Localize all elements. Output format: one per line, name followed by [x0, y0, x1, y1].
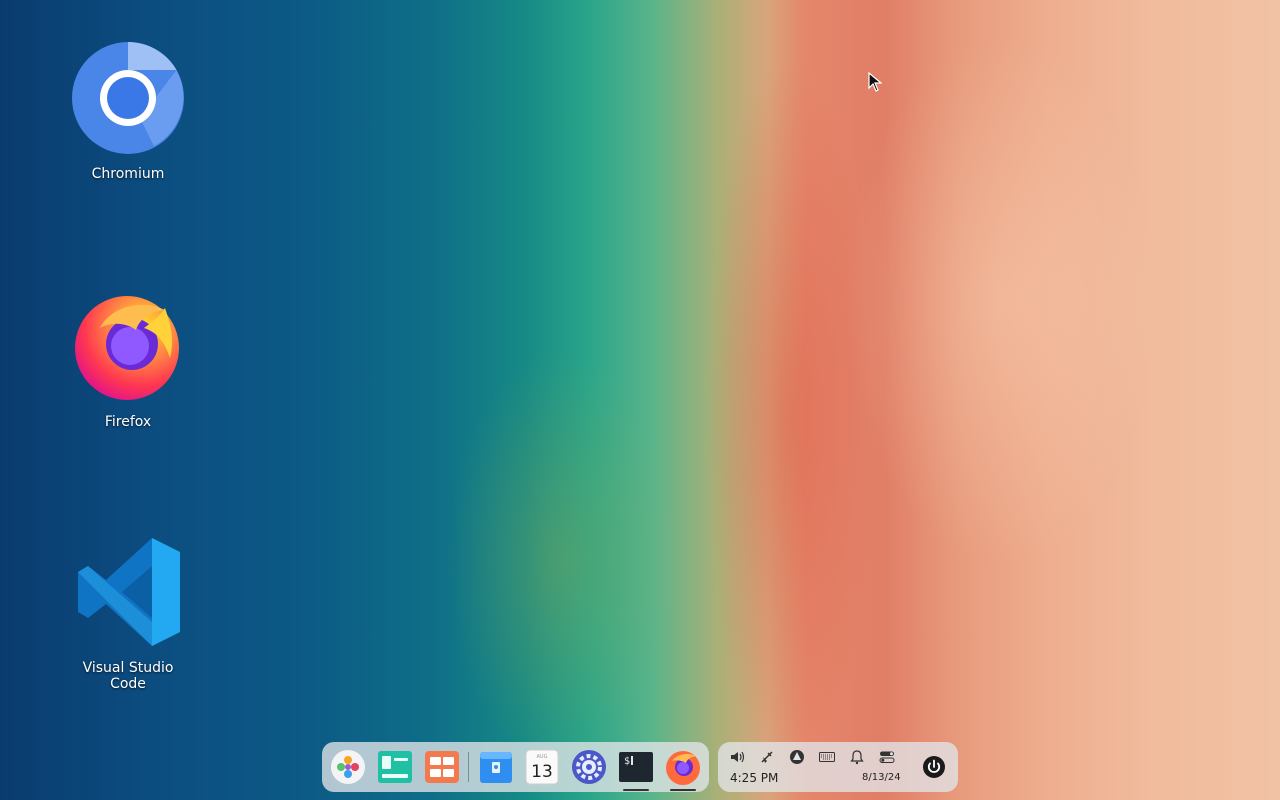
terminal-prompt: $	[624, 756, 630, 767]
toggle-icon	[879, 751, 895, 763]
settings-icon	[572, 750, 607, 784]
show-desktop-icon	[424, 751, 459, 783]
file-manager-icon	[479, 752, 512, 783]
keyboard-button[interactable]	[818, 748, 836, 766]
calendar-day: 13	[532, 762, 554, 782]
network-button[interactable]	[758, 748, 776, 766]
dock-control-center[interactable]	[569, 746, 610, 788]
system-tray: 4:25 PM 8/13/24	[718, 742, 958, 792]
desktop-icon-label: Firefox	[104, 414, 152, 430]
notification-button[interactable]	[848, 748, 866, 766]
dock-firefox[interactable]	[662, 746, 703, 791]
firefox-icon	[75, 296, 179, 400]
desktop-icon-firefox[interactable]: Firefox	[63, 288, 193, 430]
power-icon[interactable]	[922, 755, 946, 779]
desktop-icon-vscode[interactable]: Visual Studio Code	[63, 534, 193, 692]
dock-launcher[interactable]	[328, 746, 369, 788]
network-disconnected-icon	[761, 751, 773, 763]
dock-terminal[interactable]: $	[615, 746, 656, 791]
dock-calendar[interactable]: AUG 13	[522, 746, 563, 788]
firefox-icon	[665, 751, 700, 785]
desktop-icon-label: Visual Studio Code	[82, 660, 174, 692]
dock: AUG 13 $	[322, 742, 709, 792]
mouse-cursor-icon	[868, 72, 882, 92]
launcher-icon	[331, 750, 366, 784]
desktop-icon-label: Chromium	[91, 166, 165, 182]
terminal-icon: $	[618, 752, 653, 782]
dock-plugin-button[interactable]	[788, 748, 806, 766]
keyboard-icon	[819, 752, 835, 762]
dock-separator	[468, 752, 470, 782]
dock-show-desktop[interactable]	[422, 746, 463, 788]
multitasking-icon	[378, 751, 413, 783]
dock-file-manager[interactable]	[475, 746, 516, 788]
dock-multitasking-view[interactable]	[375, 746, 416, 788]
vscode-icon	[78, 538, 180, 646]
clock-date[interactable]: 8/13/24	[862, 772, 901, 783]
volume-icon	[731, 751, 745, 763]
notification-icon	[850, 750, 864, 765]
clock-time[interactable]: 4:25 PM	[730, 771, 778, 785]
volume-button[interactable]	[728, 748, 746, 766]
desktop-icon-chromium[interactable]: Chromium	[63, 40, 193, 182]
calendar-icon: AUG 13	[525, 749, 559, 785]
dock-icon	[790, 750, 804, 764]
control-toggle-button[interactable]	[878, 748, 896, 766]
chromium-icon	[72, 42, 184, 154]
calendar-month: AUG	[537, 754, 548, 760]
